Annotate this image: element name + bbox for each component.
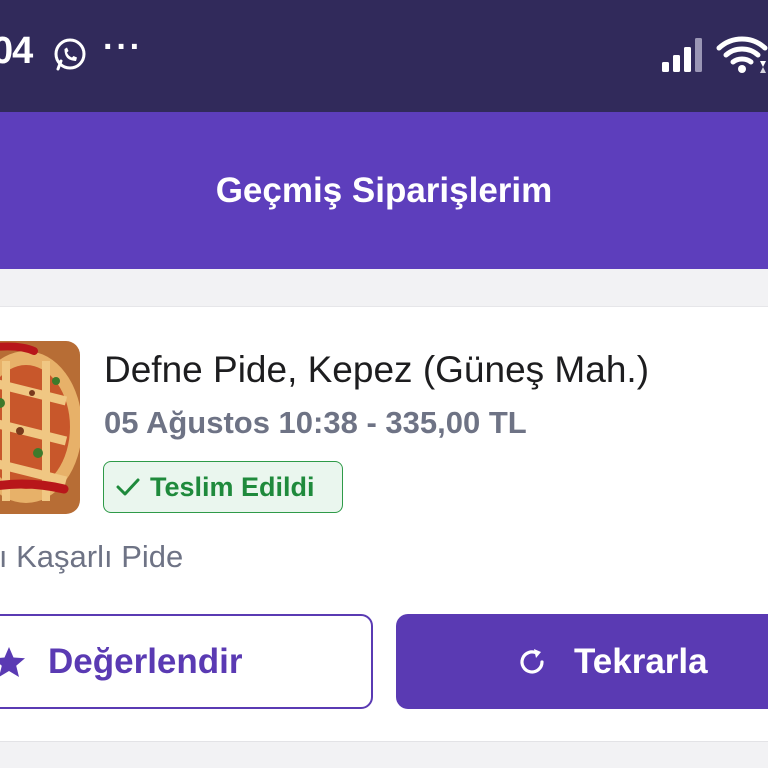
- status-bar: 04 ···: [0, 0, 768, 112]
- order-items: lı Kaşarlı Pide: [0, 539, 184, 574]
- status-badge: Teslim Edildi: [103, 461, 343, 513]
- order-date-total: 05 Ağustos 10:38 - 335,00 TL: [104, 405, 527, 440]
- app-bar: Geçmiş Siparişlerim: [0, 112, 768, 269]
- star-icon: [0, 646, 25, 677]
- repeat-order-button[interactable]: Tekrarla: [396, 614, 768, 709]
- page-title: Geçmiş Siparişlerim: [215, 170, 553, 210]
- more-notifications-icon: ···: [103, 28, 143, 66]
- rate-button-label: Değerlendir: [48, 641, 243, 681]
- wifi-icon: [716, 36, 768, 73]
- rate-button[interactable]: Değerlendir: [0, 614, 373, 709]
- signal-icon: [662, 38, 702, 72]
- restaurant-food-image: [0, 341, 80, 514]
- check-icon: [116, 478, 140, 496]
- status-time: 04: [0, 30, 33, 72]
- whatsapp-icon: [54, 38, 86, 71]
- status-label: Teslim Edildi: [150, 471, 315, 502]
- order-card[interactable]: Defne Pide, Kepez (Güneş Mah.) 05 Ağusto…: [0, 306, 768, 742]
- refresh-icon: [520, 648, 544, 674]
- repeat-button-label: Tekrarla: [574, 641, 708, 681]
- restaurant-name: Defne Pide, Kepez (Güneş Mah.): [104, 349, 650, 390]
